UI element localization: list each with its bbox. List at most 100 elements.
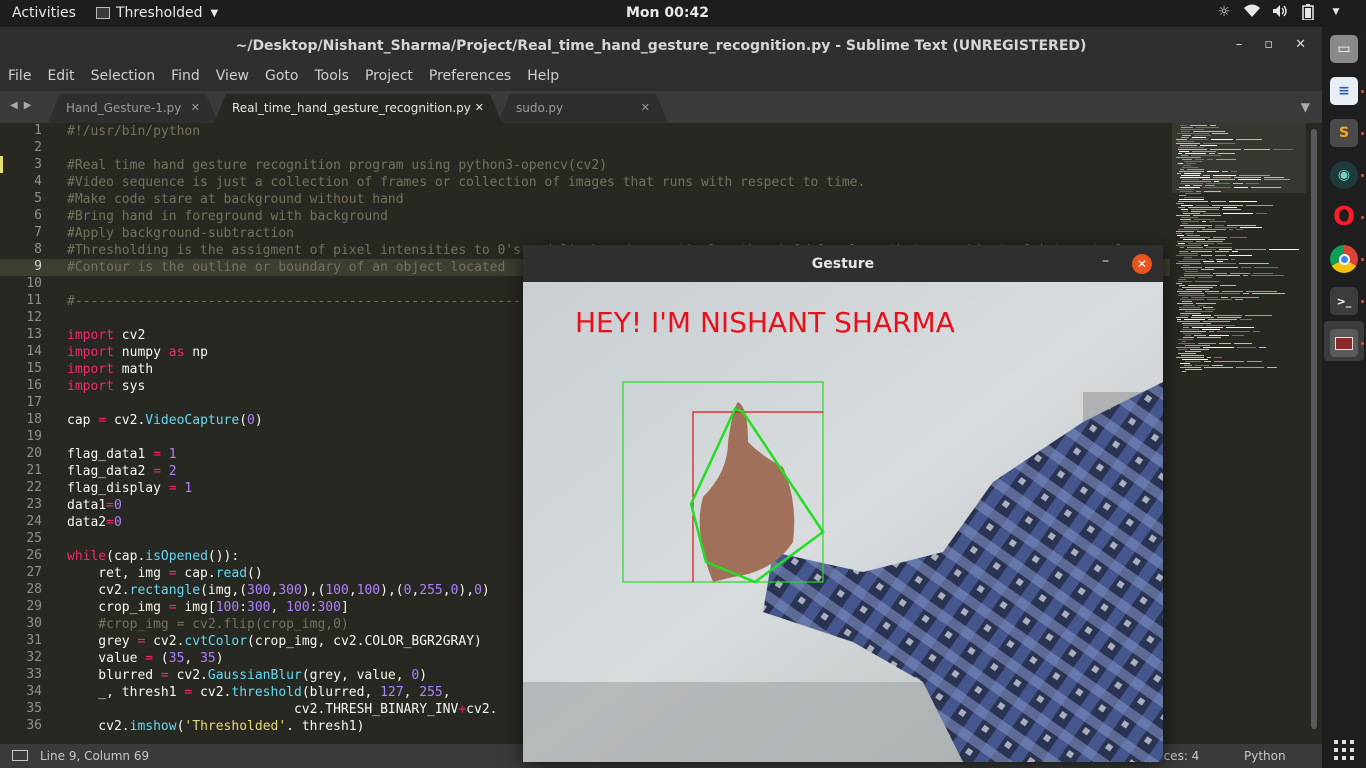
minimap-line <box>1182 341 1186 342</box>
close-icon[interactable]: ✕ <box>641 101 650 114</box>
syntax-selector[interactable]: Python <box>1244 749 1286 763</box>
close-icon[interactable]: ✕ <box>1295 37 1306 52</box>
minimap-line <box>1207 357 1211 358</box>
code-line: cv2.imshow('Thresholded'. thresh1) <box>67 718 364 735</box>
code-token: + <box>458 702 467 717</box>
close-icon[interactable]: ✕ <box>475 101 484 114</box>
tab-label: Real_time_hand_gesture_recognition.py <box>232 101 471 115</box>
minimap-line <box>1240 227 1262 228</box>
code-token: 1 <box>184 481 193 496</box>
system-tray[interactable]: ☼ ▼ <box>1216 4 1344 21</box>
minimap-line <box>1178 281 1192 282</box>
menu-goto[interactable]: Goto <box>257 64 306 91</box>
menu-preferences[interactable]: Preferences <box>421 64 519 91</box>
close-icon[interactable]: ✕ <box>191 101 200 114</box>
menu-view[interactable]: View <box>208 64 257 91</box>
menu-file[interactable]: File <box>0 64 39 91</box>
code-token: , <box>442 685 451 700</box>
vertical-scrollbar[interactable] <box>1310 123 1318 737</box>
menu-selection[interactable]: Selection <box>83 64 164 91</box>
minimap-line <box>1177 133 1209 134</box>
line-number: 5 <box>34 191 42 206</box>
screenshot-icon[interactable] <box>1330 329 1358 357</box>
show-applications-icon[interactable] <box>1334 740 1354 760</box>
code-token: #Bring hand in foreground with backgroun… <box>67 209 388 224</box>
minimap-line <box>1177 291 1202 292</box>
minimap-line <box>1191 297 1218 298</box>
panel-toggle-icon[interactable] <box>12 750 28 761</box>
minimap-line <box>1212 365 1223 366</box>
chrome-icon[interactable] <box>1330 245 1358 273</box>
minimap-line <box>1181 155 1188 156</box>
sublime-icon[interactable]: S <box>1330 119 1358 147</box>
minimap[interactable] <box>1172 123 1308 737</box>
line-number: 32 <box>26 650 42 665</box>
tab-prev-icon[interactable]: ◀ <box>10 100 18 111</box>
line-number: 23 <box>26 497 42 512</box>
minimap-line <box>1243 293 1249 294</box>
window-titlebar[interactable]: ~/Desktop/Nishant_Sharma/Project/Real_ti… <box>0 27 1322 64</box>
minimap-line <box>1245 315 1272 316</box>
minimap-line <box>1178 339 1193 340</box>
code-token: = <box>98 413 107 428</box>
minimap-line <box>1207 159 1213 160</box>
line-gutter: 1 2 3 4 5 6 7 8 9 10 11 12 13 14 15 16 17 18 19 20 21 22 23 24 2… <box>0 123 58 737</box>
minimap-line <box>1240 319 1252 320</box>
minimap-line <box>1183 269 1198 270</box>
minimap-line <box>1181 127 1193 128</box>
activities-button[interactable]: Activities <box>12 5 76 21</box>
scrollbar-thumb[interactable] <box>1311 129 1317 729</box>
menu-bar: File Edit Selection Find View Goto Tools… <box>0 64 1322 91</box>
tab-list-dropdown-icon[interactable]: ▼ <box>1301 100 1310 114</box>
menu-tools[interactable]: Tools <box>306 64 357 91</box>
minimap-line <box>1187 247 1203 248</box>
code-token: blurred <box>67 668 161 683</box>
menu-help[interactable]: Help <box>519 64 567 91</box>
minimap-line <box>1180 367 1201 368</box>
line-number: 2 <box>34 140 42 155</box>
minimap-line <box>1178 243 1185 244</box>
minimap-line <box>1181 205 1193 206</box>
app-menu[interactable]: Thresholded ▼ <box>96 5 218 21</box>
git-icon[interactable]: ◉ <box>1330 161 1358 189</box>
minimap-line <box>1204 191 1221 192</box>
terminal-icon[interactable]: >_ <box>1330 287 1358 315</box>
minimap-line <box>1205 185 1215 186</box>
code-token: , <box>403 685 420 700</box>
minimap-line <box>1185 335 1191 336</box>
code-token: ) <box>481 583 490 598</box>
code-token: , <box>184 651 201 666</box>
minimize-icon[interactable]: – <box>1236 37 1243 52</box>
tab-sudo[interactable]: sudo.py ✕ <box>498 94 668 123</box>
minimap-line <box>1214 361 1244 362</box>
files-icon[interactable]: ▭ <box>1330 35 1358 63</box>
tab-hand-gesture-1[interactable]: Hand_Gesture-1.py ✕ <box>48 94 218 123</box>
minimap-line <box>1179 293 1204 294</box>
running-indicator <box>1361 258 1364 261</box>
minimap-line <box>1176 215 1190 216</box>
maximize-icon[interactable]: ▫ <box>1264 37 1273 52</box>
tab-next-icon[interactable]: ▶ <box>24 100 32 111</box>
minimap-line <box>1203 347 1234 348</box>
menu-find[interactable]: Find <box>163 64 208 91</box>
minimap-line <box>1196 127 1219 128</box>
close-icon[interactable]: ✕ <box>1132 254 1152 274</box>
document-icon[interactable]: ≡ <box>1330 77 1358 105</box>
minimap-line <box>1178 163 1183 164</box>
minimap-line <box>1227 225 1256 226</box>
minimap-line <box>1207 299 1232 300</box>
running-indicator <box>1361 174 1364 177</box>
opera-icon[interactable]: O <box>1330 202 1358 232</box>
gesture-titlebar[interactable]: Gesture – ✕ <box>523 245 1163 282</box>
code-line: #crop_img = cv2.flip(crop_img,0) <box>67 616 348 633</box>
minimap-line <box>1206 183 1230 184</box>
menu-edit[interactable]: Edit <box>39 64 82 91</box>
minimap-line <box>1236 229 1243 230</box>
clock[interactable]: Mon 00:42 <box>626 5 709 21</box>
minimize-icon[interactable]: – <box>1102 253 1109 269</box>
menu-project[interactable]: Project <box>357 64 421 91</box>
tab-real-time-gesture[interactable]: Real_time_hand_gesture_recognition.py ✕ <box>214 94 502 123</box>
line-number: 18 <box>26 412 42 427</box>
minimap-line <box>1198 305 1205 306</box>
